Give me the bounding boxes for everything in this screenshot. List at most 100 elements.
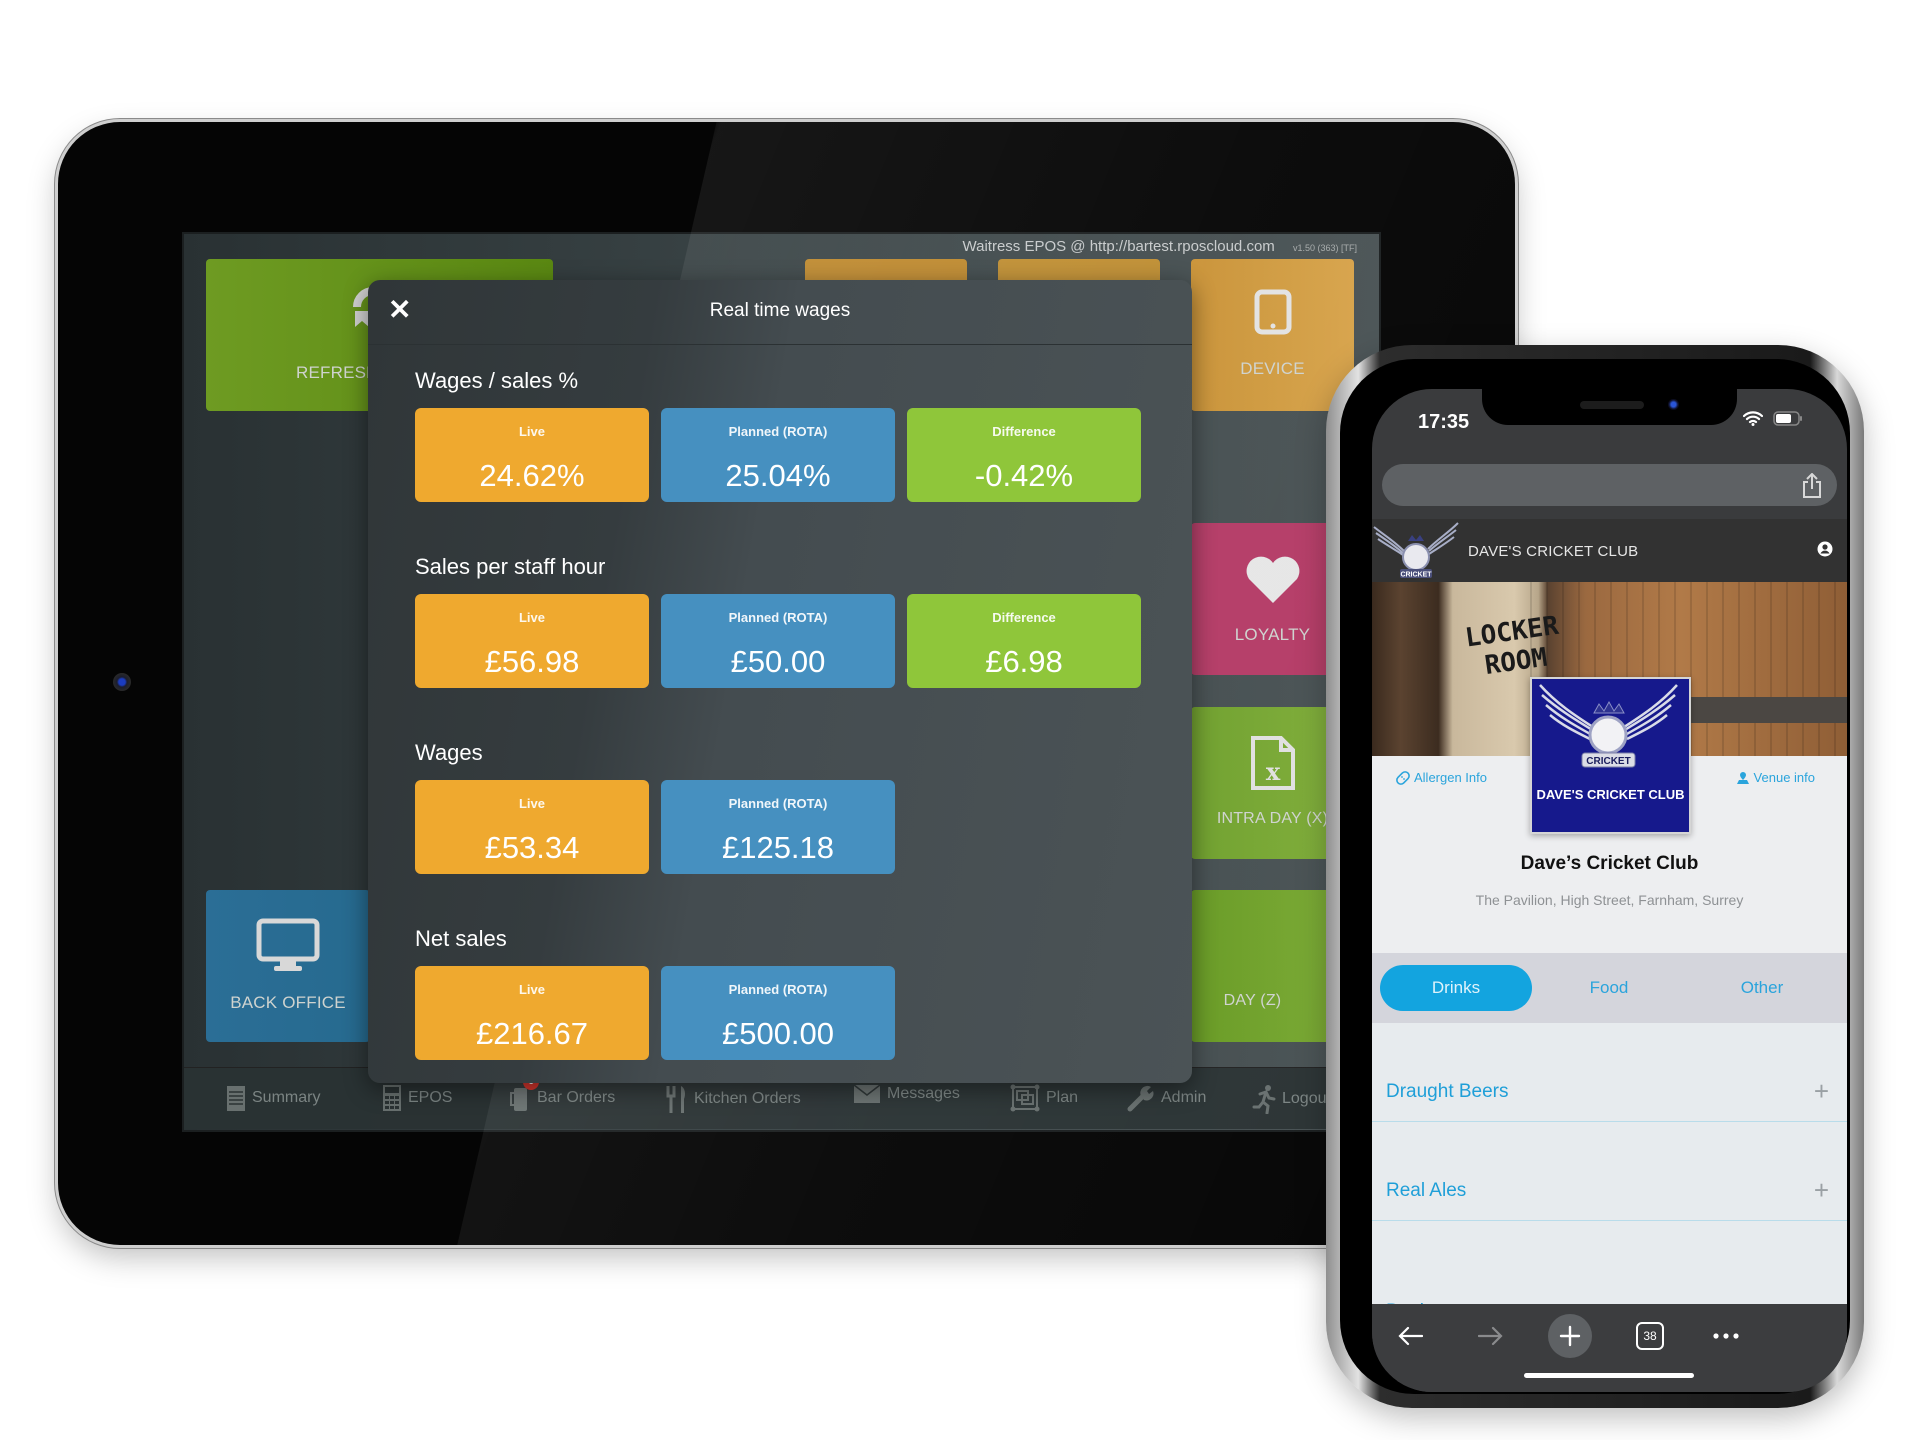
card-wages-planned: Planned (ROTA) £125.18	[661, 780, 895, 874]
menu-item-label: Real Ales	[1386, 1180, 1467, 1201]
phone-bezel: 17:35 CRICKET DAVE'S CRICKET CLUB LOCKER…	[1340, 359, 1850, 1394]
expand-plus-icon[interactable]: +	[1814, 1175, 1829, 1206]
card-value: £56.98	[484, 644, 580, 679]
club-name: Dave’s Cricket Club	[1520, 853, 1699, 874]
nav-plan[interactable]: Plan	[1010, 1084, 1078, 1112]
section-title-wages-sales: Wages / sales %	[415, 368, 579, 393]
notch	[1482, 389, 1737, 425]
cricket-logo-icon[interactable]: CRICKET	[1372, 519, 1460, 582]
card-label: Planned (ROTA)	[728, 982, 828, 997]
card-wages-sales-live: Live 24.62%	[415, 408, 649, 502]
club-logo-card: CRICKET DAVE'S CRICKET CLUB	[1530, 677, 1691, 834]
card-label: Live	[518, 982, 545, 997]
card-label: Live	[518, 796, 545, 811]
card-value: -0.42%	[974, 458, 1074, 493]
hero-sign: LOCKER ROOM	[1463, 611, 1564, 683]
tile-back-office[interactable]: BACK OFFICE	[206, 890, 370, 1042]
calculator-icon	[383, 1085, 401, 1111]
menu-item-real-ales[interactable]: Real Ales +	[1372, 1122, 1847, 1221]
card-value: £500.00	[721, 1016, 835, 1051]
tab-drinks[interactable]: Drinks	[1380, 965, 1532, 1011]
site-header: CRICKET DAVE'S CRICKET CLUB	[1372, 519, 1847, 582]
running-man-icon	[1252, 1085, 1276, 1114]
floor-plan-icon	[1010, 1084, 1040, 1112]
nav-summary[interactable]: Summary	[226, 1084, 320, 1112]
tab-food[interactable]: Food	[1533, 965, 1685, 1011]
nav-epos-label: EPOS	[408, 1089, 453, 1106]
tile-back-office-label: BACK OFFICE	[230, 993, 346, 1012]
nav-logout[interactable]: Logout	[1252, 1084, 1331, 1114]
logo-badge-text: CRICKET	[1586, 756, 1630, 767]
allergen-info-link[interactable]: Allergen Info	[1396, 770, 1487, 785]
club-logo-text: DAVE'S CRICKET CLUB	[1536, 787, 1685, 802]
arrow-right-icon	[1478, 1326, 1503, 1346]
card-label: Difference	[992, 424, 1056, 439]
tab-other[interactable]: Other	[1686, 965, 1838, 1011]
menu-item-bottles[interactable]: Bottles +	[1372, 1221, 1847, 1304]
wrench-icon	[1127, 1085, 1154, 1112]
nav-logout-label: Logout	[1282, 1090, 1331, 1107]
tabs-switcher-button[interactable]: 38	[1628, 1314, 1672, 1358]
club-address: The Pavilion, High Street, Farnham, Surr…	[1475, 892, 1744, 908]
modal-header: ✕ Real time wages	[368, 280, 1192, 345]
section-title-wages: Wages	[415, 740, 483, 765]
card-value: £216.67	[475, 1016, 589, 1051]
card-value: 25.04%	[725, 458, 831, 493]
card-label: Live	[518, 610, 545, 625]
home-indicator	[1524, 1373, 1694, 1378]
nav-summary-label: Summary	[252, 1089, 321, 1106]
address-bar[interactable]	[1382, 464, 1837, 506]
tablet-icon	[1254, 289, 1291, 335]
phone-screen: 17:35 CRICKET DAVE'S CRICKET CLUB LOCKER…	[1372, 389, 1847, 1392]
more-menu-button[interactable]	[1704, 1314, 1748, 1358]
iphone-device: 17:35 CRICKET DAVE'S CRICKET CLUB LOCKER…	[1326, 345, 1864, 1408]
nav-epos[interactable]: EPOS	[382, 1084, 452, 1112]
share-icon[interactable]	[1801, 473, 1823, 499]
forward-button[interactable]	[1469, 1314, 1513, 1358]
venue-info-label: Venue info	[1753, 770, 1815, 785]
nav-kitchen-orders-label: Kitchen Orders	[694, 1090, 801, 1107]
card-value: £125.18	[721, 830, 835, 865]
expand-plus-icon[interactable]: +	[1814, 1076, 1829, 1107]
section-title-net-sales: Net sales	[415, 926, 507, 951]
fork-knife-icon	[666, 1086, 685, 1113]
card-wages-live: Live £53.34	[415, 780, 649, 874]
card-label: Live	[518, 424, 545, 439]
expand-plus-icon[interactable]: +	[1814, 1296, 1829, 1304]
card-sales-hour-difference: Difference £6.98	[907, 594, 1141, 688]
wifi-icon	[1743, 411, 1763, 426]
real-time-wages-modal: ✕ Real time wages Wages / sales % Live 2…	[368, 280, 1192, 1083]
card-label: Difference	[992, 610, 1056, 625]
card-wages-sales-difference: Difference -0.42%	[907, 408, 1141, 502]
nav-kitchen-orders[interactable]: Kitchen Orders	[666, 1084, 801, 1114]
card-value: £6.98	[985, 644, 1063, 679]
section-title-sales-per-hour: Sales per staff hour	[415, 554, 606, 579]
tile-device[interactable]: DEVICE	[1191, 259, 1354, 411]
more-dots-icon	[1713, 1333, 1739, 1339]
spreadsheet-file-icon: x	[1250, 736, 1295, 790]
card-net-sales-live: Live £216.67	[415, 966, 649, 1060]
card-value: £53.34	[484, 830, 580, 865]
ipad-camera	[113, 673, 131, 691]
menu-item-draught-beers[interactable]: Draught Beers +	[1372, 1023, 1847, 1122]
back-button[interactable]	[1388, 1314, 1432, 1358]
card-sales-hour-live: Live £56.98	[415, 594, 649, 688]
menu-category-list: Draught Beers + Real Ales + Bottles +	[1372, 1023, 1847, 1304]
card-value: 24.62%	[479, 458, 585, 493]
speaker	[1580, 401, 1644, 409]
allergen-icon	[1396, 770, 1410, 785]
menu-tabs: Drinks Food Other	[1372, 953, 1847, 1023]
nav-messages[interactable]: Messages	[853, 1084, 960, 1104]
notepad-icon	[227, 1086, 245, 1111]
card-net-sales-planned: Planned (ROTA) £500.00	[661, 966, 895, 1060]
allergen-info-label: Allergen Info	[1414, 770, 1487, 785]
nav-bar-orders[interactable]: 6 Bar Orders	[509, 1074, 616, 1112]
venue-info-link[interactable]: Venue info	[1736, 770, 1815, 785]
account-icon[interactable]	[1817, 541, 1833, 557]
nav-admin[interactable]: Admin	[1127, 1084, 1206, 1112]
new-tab-button[interactable]	[1548, 1314, 1592, 1358]
monitor-icon	[256, 918, 320, 971]
cricket-crest-icon: CRICKET	[1539, 684, 1678, 768]
nav-bar-orders-label: Bar Orders	[537, 1089, 616, 1106]
tabs-count: 38	[1636, 1322, 1664, 1350]
